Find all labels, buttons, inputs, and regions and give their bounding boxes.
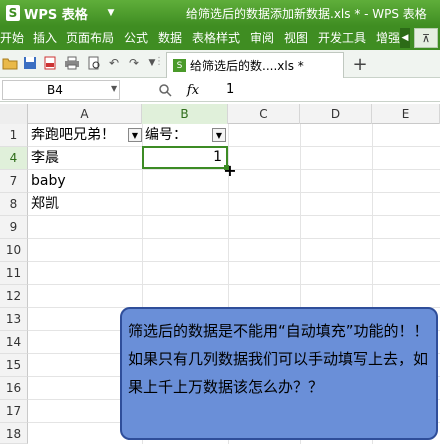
document-tab[interactable]: S 给筛选后的数....xls *: [166, 52, 344, 78]
column-header-a[interactable]: A: [28, 104, 142, 124]
gridline: [28, 238, 440, 239]
cell-a1[interactable]: 奔跑吧兄弟！: [28, 124, 128, 147]
column-header-e[interactable]: E: [372, 104, 440, 124]
redo-icon[interactable]: ↷: [126, 55, 142, 71]
row-header[interactable]: 4: [0, 147, 28, 170]
cell-b4[interactable]: 1: [142, 146, 224, 169]
app-dropdown-icon[interactable]: ▼: [104, 4, 118, 22]
filter-active-icon[interactable]: ▼: [128, 128, 142, 142]
formula-input[interactable]: 1: [210, 80, 438, 100]
chevron-down-icon[interactable]: ▼: [111, 84, 119, 96]
new-tab-button[interactable]: +: [350, 54, 370, 75]
select-all-corner[interactable]: [0, 104, 28, 124]
row-header[interactable]: 17: [0, 400, 28, 423]
window-title: 给筛选后的数据添加新数据.xls * - WPS 表格: [186, 7, 427, 21]
print-preview-icon[interactable]: [86, 55, 102, 71]
menu-review[interactable]: 审阅: [250, 26, 274, 50]
row-header[interactable]: 15: [0, 354, 28, 377]
folder-icon[interactable]: [2, 55, 18, 71]
row-header[interactable]: 16: [0, 377, 28, 400]
column-header-d[interactable]: D: [300, 104, 372, 124]
menu-scroll-icon[interactable]: ◀: [400, 28, 410, 48]
app-name: WPS 表格: [24, 7, 88, 23]
tab-handle-icon: ⋮: [154, 56, 164, 67]
cell-a8[interactable]: 郑凯: [28, 193, 142, 216]
crosshair-cursor-icon: +: [223, 161, 237, 180]
menu-data[interactable]: 数据: [158, 26, 182, 50]
row-header[interactable]: 13: [0, 308, 28, 331]
row-header[interactable]: 18: [0, 423, 28, 444]
row-header[interactable]: 7: [0, 170, 28, 193]
pdf-icon[interactable]: [42, 55, 58, 71]
sheet-file-icon: S: [173, 59, 186, 72]
menu-developer[interactable]: 开发工具: [318, 26, 366, 50]
callout-line-2: 如果只有几列数据我们可以手动填写上去，如果上千上万数据该怎么办？？: [128, 350, 429, 396]
menu-enhance[interactable]: 增强: [376, 26, 400, 50]
row-header[interactable]: 12: [0, 285, 28, 308]
cell-a4[interactable]: 李晨: [28, 147, 142, 170]
column-header-b[interactable]: B: [142, 104, 228, 124]
menu-formulas[interactable]: 公式: [124, 26, 148, 50]
function-icon[interactable]: fx: [184, 81, 202, 99]
filter-dropdown-icon[interactable]: ▼: [212, 128, 226, 142]
menu-page-layout[interactable]: 页面布局: [66, 26, 114, 50]
cell-a7[interactable]: baby: [28, 170, 142, 193]
ribbon-collapse-icon[interactable]: ⊼: [414, 28, 438, 48]
wps-app-menu-button[interactable]: S WPS 表格: [2, 3, 92, 23]
callout-line-1: 筛选后的数据是不能用“自动填充”功能的！！: [128, 322, 429, 340]
cell-b1[interactable]: 编号：: [142, 124, 212, 147]
menu-table-style[interactable]: 表格样式: [192, 26, 240, 50]
row-header[interactable]: 10: [0, 239, 28, 262]
annotation-callout[interactable]: 筛选后的数据是不能用“自动填充”功能的！！ 如果只有几列数据我们可以手动填写上去…: [120, 307, 438, 440]
zoom-icon[interactable]: [156, 81, 174, 99]
row-header[interactable]: 1: [0, 124, 28, 147]
column-header-c[interactable]: C: [228, 104, 300, 124]
document-tab-label: 给筛选后的数....xls *: [190, 59, 304, 73]
menu-home[interactable]: 开始: [0, 26, 24, 50]
row-header[interactable]: 9: [0, 216, 28, 239]
row-header[interactable]: 14: [0, 331, 28, 354]
print-icon[interactable]: [64, 55, 80, 71]
name-box[interactable]: B4: [2, 80, 120, 100]
row-header[interactable]: 8: [0, 193, 28, 216]
gridline: [28, 261, 440, 262]
menu-view[interactable]: 视图: [284, 26, 308, 50]
gridline: [28, 284, 440, 285]
menu-insert[interactable]: 插入: [33, 26, 57, 50]
wps-logo-icon: S: [6, 5, 20, 21]
row-header[interactable]: 11: [0, 262, 28, 285]
save-icon[interactable]: [22, 55, 38, 71]
undo-icon[interactable]: ↶: [106, 55, 122, 71]
